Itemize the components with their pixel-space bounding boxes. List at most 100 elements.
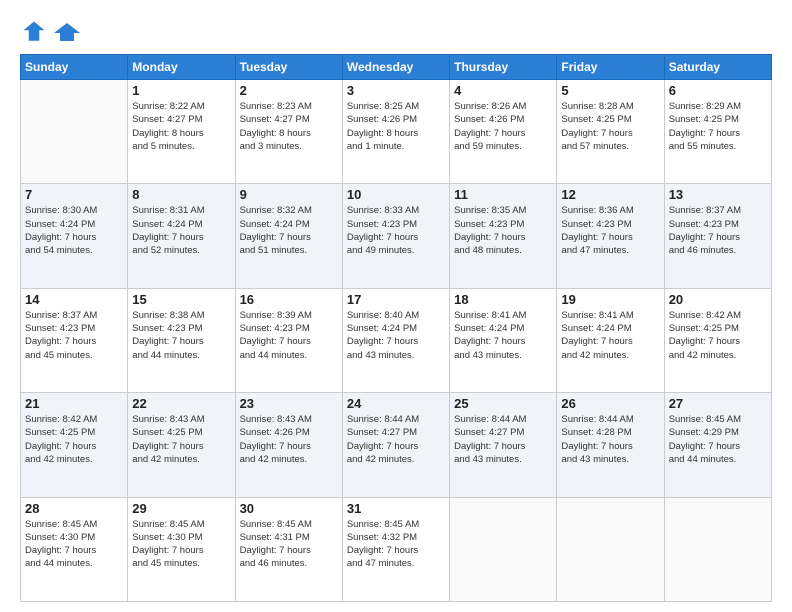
day-number: 22 [132, 396, 230, 411]
day-number: 16 [240, 292, 338, 307]
day-number: 6 [669, 83, 767, 98]
day-info: Sunrise: 8:45 AM Sunset: 4:30 PM Dayligh… [25, 518, 123, 571]
calendar-cell: 19 Sunrise: 8:41 AM Sunset: 4:24 PM Dayli… [557, 288, 664, 392]
logo-icon [20, 18, 48, 46]
day-number: 9 [240, 187, 338, 202]
calendar-cell: 2 Sunrise: 8:23 AM Sunset: 4:27 PM Daylig… [235, 80, 342, 184]
calendar-cell [557, 497, 664, 601]
calendar-cell: 22 Sunrise: 8:43 AM Sunset: 4:25 PM Dayli… [128, 393, 235, 497]
calendar-cell: 20 Sunrise: 8:42 AM Sunset: 4:25 PM Dayli… [664, 288, 771, 392]
day-info: Sunrise: 8:40 AM Sunset: 4:24 PM Dayligh… [347, 309, 445, 362]
calendar-cell: 29Sunrise: 8:45 AM Sunset: 4:30 PM Dayli… [128, 497, 235, 601]
day-info: Sunrise: 8:44 AM Sunset: 4:27 PM Dayligh… [347, 413, 445, 466]
day-number: 27 [669, 396, 767, 411]
day-info: Sunrise: 8:32 AM Sunset: 4:24 PM Dayligh… [240, 204, 338, 257]
calendar-cell: 6 Sunrise: 8:29 AM Sunset: 4:25 PM Daylig… [664, 80, 771, 184]
day-number: 31 [347, 501, 445, 516]
day-number: 23 [240, 396, 338, 411]
day-info: Sunrise: 8:23 AM Sunset: 4:27 PM Dayligh… [240, 100, 338, 153]
day-number: 11 [454, 187, 552, 202]
day-number: 7 [25, 187, 123, 202]
day-number: 19 [561, 292, 659, 307]
calendar-header-row: SundayMondayTuesdayWednesdayThursdayFrid… [21, 55, 772, 80]
calendar-header-saturday: Saturday [664, 55, 771, 80]
calendar-week-row: 1 Sunrise: 8:22 AM Sunset: 4:27 PM Daylig… [21, 80, 772, 184]
calendar-week-row: 14 Sunrise: 8:37 AM Sunset: 4:23 PM Dayli… [21, 288, 772, 392]
calendar-cell: 21Sunrise: 8:42 AM Sunset: 4:25 PM Dayli… [21, 393, 128, 497]
calendar-cell [21, 80, 128, 184]
day-info: Sunrise: 8:41 AM Sunset: 4:24 PM Dayligh… [454, 309, 552, 362]
day-info: Sunrise: 8:31 AM Sunset: 4:24 PM Dayligh… [132, 204, 230, 257]
day-number: 12 [561, 187, 659, 202]
calendar-header-monday: Monday [128, 55, 235, 80]
day-info: Sunrise: 8:37 AM Sunset: 4:23 PM Dayligh… [669, 204, 767, 257]
day-info: Sunrise: 8:22 AM Sunset: 4:27 PM Dayligh… [132, 100, 230, 153]
day-number: 5 [561, 83, 659, 98]
day-number: 18 [454, 292, 552, 307]
logo-flag-icon [52, 21, 82, 43]
calendar-cell: 3 Sunrise: 8:25 AM Sunset: 4:26 PM Daylig… [342, 80, 449, 184]
day-info: Sunrise: 8:28 AM Sunset: 4:25 PM Dayligh… [561, 100, 659, 153]
day-number: 15 [132, 292, 230, 307]
day-number: 8 [132, 187, 230, 202]
calendar-cell [450, 497, 557, 601]
day-info: Sunrise: 8:45 AM Sunset: 4:29 PM Dayligh… [669, 413, 767, 466]
day-number: 20 [669, 292, 767, 307]
day-number: 3 [347, 83, 445, 98]
calendar-cell: 13 Sunrise: 8:37 AM Sunset: 4:23 PM Dayli… [664, 184, 771, 288]
calendar-cell: 31 Sunrise: 8:45 AM Sunset: 4:32 PM Dayli… [342, 497, 449, 601]
day-info: Sunrise: 8:29 AM Sunset: 4:25 PM Dayligh… [669, 100, 767, 153]
day-info: Sunrise: 8:44 AM Sunset: 4:28 PM Dayligh… [561, 413, 659, 466]
logo [20, 18, 84, 46]
calendar-table: SundayMondayTuesdayWednesdayThursdayFrid… [20, 54, 772, 602]
day-number: 25 [454, 396, 552, 411]
calendar-cell: 25 Sunrise: 8:44 AM Sunset: 4:27 PM Dayli… [450, 393, 557, 497]
calendar-header-tuesday: Tuesday [235, 55, 342, 80]
day-info: Sunrise: 8:25 AM Sunset: 4:26 PM Dayligh… [347, 100, 445, 153]
day-info: Sunrise: 8:33 AM Sunset: 4:23 PM Dayligh… [347, 204, 445, 257]
calendar-cell: 30 Sunrise: 8:45 AM Sunset: 4:31 PM Dayli… [235, 497, 342, 601]
calendar-cell: 10Sunrise: 8:33 AM Sunset: 4:23 PM Dayli… [342, 184, 449, 288]
day-number: 26 [561, 396, 659, 411]
calendar-header-sunday: Sunday [21, 55, 128, 80]
day-info: Sunrise: 8:35 AM Sunset: 4:23 PM Dayligh… [454, 204, 552, 257]
day-number: 4 [454, 83, 552, 98]
calendar-cell: 26 Sunrise: 8:44 AM Sunset: 4:28 PM Dayli… [557, 393, 664, 497]
calendar-cell: 7 Sunrise: 8:30 AM Sunset: 4:24 PM Daylig… [21, 184, 128, 288]
day-info: Sunrise: 8:41 AM Sunset: 4:24 PM Dayligh… [561, 309, 659, 362]
day-info: Sunrise: 8:44 AM Sunset: 4:27 PM Dayligh… [454, 413, 552, 466]
header [20, 18, 772, 46]
day-number: 13 [669, 187, 767, 202]
calendar-cell: 5 Sunrise: 8:28 AM Sunset: 4:25 PM Daylig… [557, 80, 664, 184]
day-info: Sunrise: 8:26 AM Sunset: 4:26 PM Dayligh… [454, 100, 552, 153]
calendar-header-thursday: Thursday [450, 55, 557, 80]
calendar-cell: 28Sunrise: 8:45 AM Sunset: 4:30 PM Dayli… [21, 497, 128, 601]
day-number: 17 [347, 292, 445, 307]
day-info: Sunrise: 8:43 AM Sunset: 4:26 PM Dayligh… [240, 413, 338, 466]
day-info: Sunrise: 8:45 AM Sunset: 4:30 PM Dayligh… [132, 518, 230, 571]
day-number: 2 [240, 83, 338, 98]
page: SundayMondayTuesdayWednesdayThursdayFrid… [0, 0, 792, 612]
calendar-week-row: 28Sunrise: 8:45 AM Sunset: 4:30 PM Dayli… [21, 497, 772, 601]
calendar-header-wednesday: Wednesday [342, 55, 449, 80]
calendar-cell: 18 Sunrise: 8:41 AM Sunset: 4:24 PM Dayli… [450, 288, 557, 392]
calendar-cell: 1 Sunrise: 8:22 AM Sunset: 4:27 PM Daylig… [128, 80, 235, 184]
calendar-cell: 16Sunrise: 8:39 AM Sunset: 4:23 PM Dayli… [235, 288, 342, 392]
day-info: Sunrise: 8:42 AM Sunset: 4:25 PM Dayligh… [669, 309, 767, 362]
day-info: Sunrise: 8:43 AM Sunset: 4:25 PM Dayligh… [132, 413, 230, 466]
calendar-cell: 9 Sunrise: 8:32 AM Sunset: 4:24 PM Daylig… [235, 184, 342, 288]
day-info: Sunrise: 8:30 AM Sunset: 4:24 PM Dayligh… [25, 204, 123, 257]
calendar-cell: 27 Sunrise: 8:45 AM Sunset: 4:29 PM Dayli… [664, 393, 771, 497]
day-info: Sunrise: 8:45 AM Sunset: 4:31 PM Dayligh… [240, 518, 338, 571]
day-number: 14 [25, 292, 123, 307]
day-number: 30 [240, 501, 338, 516]
day-number: 21 [25, 396, 123, 411]
calendar-week-row: 21Sunrise: 8:42 AM Sunset: 4:25 PM Dayli… [21, 393, 772, 497]
day-info: Sunrise: 8:37 AM Sunset: 4:23 PM Dayligh… [25, 309, 123, 362]
calendar-cell: 17 Sunrise: 8:40 AM Sunset: 4:24 PM Dayli… [342, 288, 449, 392]
calendar-cell: 8 Sunrise: 8:31 AM Sunset: 4:24 PM Daylig… [128, 184, 235, 288]
calendar-cell: 12Sunrise: 8:36 AM Sunset: 4:23 PM Dayli… [557, 184, 664, 288]
calendar-cell: 15Sunrise: 8:38 AM Sunset: 4:23 PM Dayli… [128, 288, 235, 392]
day-number: 1 [132, 83, 230, 98]
day-info: Sunrise: 8:45 AM Sunset: 4:32 PM Dayligh… [347, 518, 445, 571]
